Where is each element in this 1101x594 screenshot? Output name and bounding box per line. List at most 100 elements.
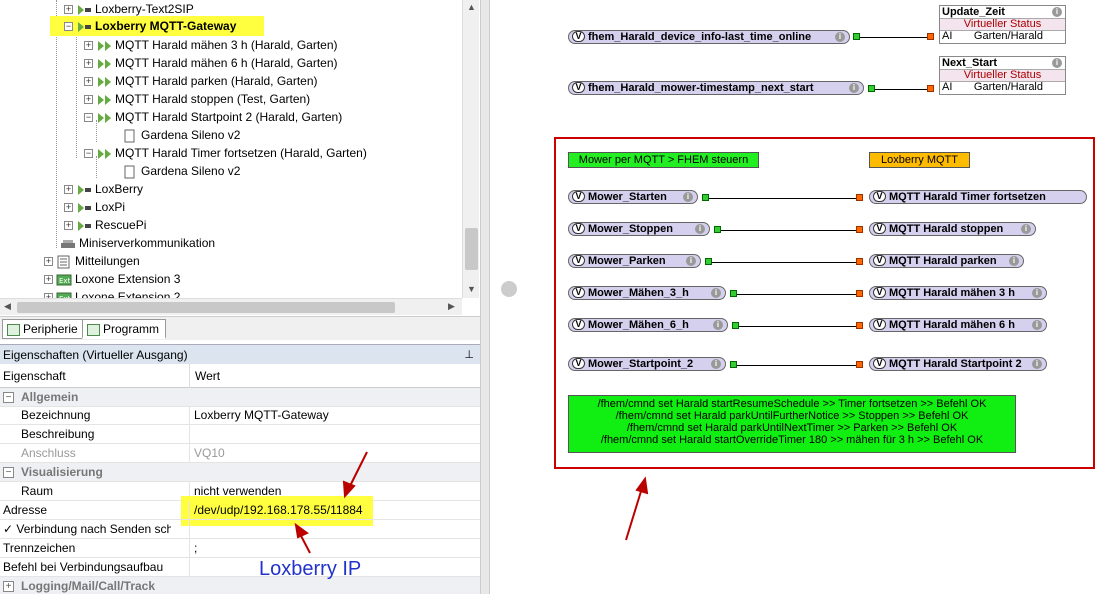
prop-bezeichnung[interactable]: Bezeichnung Loxberry MQTT-Gateway xyxy=(0,406,480,425)
virtual-input-last-time-online[interactable]: Vfhem_Harald_device_info-last_time_onlin… xyxy=(568,30,850,44)
tree-vertical-scrollbar[interactable]: ▲ ▼ xyxy=(462,0,479,298)
info-icon[interactable]: i xyxy=(1009,256,1019,266)
output-connector[interactable] xyxy=(868,85,875,92)
expand-icon[interactable]: + xyxy=(64,203,73,213)
expand-icon[interactable]: + xyxy=(3,581,14,592)
output-connector[interactable] xyxy=(730,361,737,368)
info-icon[interactable]: i xyxy=(1032,288,1042,298)
virtual-output-cmd-maehen-3h[interactable]: V MQTT Harald mähen 3 h i xyxy=(869,286,1047,300)
collapse-icon[interactable]: − xyxy=(64,22,73,32)
expand-icon[interactable]: + xyxy=(84,59,93,69)
tree-item-mqtt-startpoint-2[interactable]: − MQTT Harald Startpoint 2 (Harald, Garte… xyxy=(84,108,342,126)
tree-item-mqtt-stoppen[interactable]: + MQTT Harald stoppen (Test, Garten) xyxy=(84,90,310,108)
output-connector[interactable] xyxy=(732,322,739,329)
output-connector[interactable] xyxy=(702,194,709,201)
input-connector[interactable] xyxy=(927,33,934,40)
scroll-thumb[interactable] xyxy=(17,302,395,313)
category-allgemein[interactable]: − Allgemein xyxy=(0,388,480,407)
tab-peripherie[interactable]: Peripherie xyxy=(2,319,85,339)
expand-icon[interactable]: + xyxy=(64,5,73,15)
virtual-status-update-zeit[interactable]: Update_Zeit i Virtueller Status AI Garten/… xyxy=(939,5,1066,44)
scroll-right-icon[interactable]: ▶ xyxy=(448,301,455,312)
prop-trennzeichen[interactable]: Trennzeichen; xyxy=(0,539,480,558)
prop-adresse[interactable]: Adresse/dev/udp/192.168.178.55/11884 xyxy=(0,501,480,520)
category-logging[interactable]: + Logging/Mail/Call/Track xyxy=(0,577,480,594)
virtual-input-mower-parken[interactable]: V Mower_Parken i xyxy=(568,254,701,268)
input-connector[interactable] xyxy=(856,258,863,265)
expand-icon[interactable]: + xyxy=(64,221,73,231)
info-icon[interactable]: i xyxy=(711,288,721,298)
column-header-wert[interactable]: Wert xyxy=(192,364,220,388)
info-icon[interactable]: i xyxy=(683,192,693,202)
category-visualisierung[interactable]: − Visualisierung xyxy=(0,463,480,482)
pane-splitter[interactable] xyxy=(480,0,490,594)
pin-icon[interactable]: ⊥ xyxy=(464,345,474,365)
tree-item-miniserverkommunikation[interactable]: Miniserverkommunikation xyxy=(60,234,215,252)
input-connector[interactable] xyxy=(856,361,863,368)
prop-value[interactable]: ; xyxy=(194,539,197,558)
tree-item-gardena-sileno-1[interactable]: Gardena Sileno v2 xyxy=(122,126,240,144)
scroll-up-icon[interactable]: ▲ xyxy=(467,2,476,12)
scroll-left-icon[interactable]: ◀ xyxy=(4,301,11,312)
prop-befehl[interactable]: Befehl bei Verbindungsaufbau xyxy=(0,558,480,577)
output-connector[interactable] xyxy=(705,258,712,265)
checkbox-checked-icon[interactable]: ✓ xyxy=(3,522,16,536)
expand-icon[interactable]: + xyxy=(64,185,73,195)
virtual-output-cmd-stoppen[interactable]: V MQTT Harald stoppen i xyxy=(869,222,1036,236)
output-connector[interactable] xyxy=(853,33,860,40)
info-icon[interactable]: i xyxy=(686,256,696,266)
info-icon[interactable]: i xyxy=(1052,58,1062,68)
virtual-input-mower-starten[interactable]: V Mower_Starten i xyxy=(568,190,698,204)
expand-icon[interactable]: + xyxy=(84,41,93,51)
expand-icon[interactable]: + xyxy=(84,77,93,87)
scroll-down-icon[interactable]: ▼ xyxy=(467,284,476,294)
input-connector[interactable] xyxy=(856,290,863,297)
label-mower-per-mqtt[interactable]: Mower per MQTT > FHEM steuern xyxy=(568,152,759,168)
output-connector[interactable] xyxy=(714,226,721,233)
periphery-tree[interactable]: + Loxberry-Text2SIP − Loxberry MQTT-Gatewa… xyxy=(0,0,462,298)
tree-item-loxberry-mqtt-gateway[interactable]: − Loxberry MQTT-Gateway xyxy=(50,16,264,36)
virtual-output-cmd-startpoint-2[interactable]: V MQTT Harald Startpoint 2 i xyxy=(869,357,1047,371)
expand-icon[interactable]: + xyxy=(44,257,53,267)
tree-item-loxpi[interactable]: + LoxPi xyxy=(64,198,125,216)
collapse-icon[interactable]: − xyxy=(84,149,93,159)
column-header-eigenschaft[interactable]: Eigenschaft xyxy=(0,364,190,388)
info-icon[interactable]: i xyxy=(1032,320,1042,330)
tree-item-mqtt-timer-fortsetzen[interactable]: − MQTT Harald Timer fortsetzen (Harald, G… xyxy=(84,144,367,162)
virtual-input-next-start[interactable]: Vfhem_Harald_mower-timestamp_next_start i xyxy=(568,81,864,95)
prop-verbindung[interactable]: ✓ Verbindung nach Senden sch... xyxy=(0,520,480,539)
virtual-input-mower-maehen-3h[interactable]: V Mower_Mähen_3_h i xyxy=(568,286,726,300)
tree-item-rescuepi[interactable]: + RescuePi xyxy=(64,216,146,234)
virtual-output-cmd-timer-fortsetzen[interactable]: V MQTT Harald Timer fortsetzen xyxy=(869,190,1087,204)
tab-programm[interactable]: Programm xyxy=(82,319,167,339)
info-icon[interactable]: i xyxy=(1052,7,1062,17)
input-connector[interactable] xyxy=(856,194,863,201)
scroll-thumb[interactable] xyxy=(465,228,478,270)
output-connector[interactable] xyxy=(730,290,737,297)
virtual-input-mower-stoppen[interactable]: V Mower_Stoppen i xyxy=(568,222,710,236)
collapse-icon[interactable]: − xyxy=(84,113,93,123)
tree-item-extension-2[interactable]: +ExtLoxone Extension 2 xyxy=(44,288,180,298)
expand-icon[interactable]: + xyxy=(44,275,53,285)
info-icon[interactable]: i xyxy=(849,83,859,93)
info-icon[interactable]: i xyxy=(695,224,705,234)
virtual-status-next-start[interactable]: Next_Start i Virtueller Status AI Garten/H… xyxy=(939,56,1066,95)
info-icon[interactable]: i xyxy=(1021,224,1031,234)
tree-item-mqtt-maehen-6h[interactable]: + MQTT Harald mähen 6 h (Harald, Garten) xyxy=(84,54,338,72)
prop-value[interactable]: Loxberry MQTT-Gateway xyxy=(194,406,329,425)
prop-value[interactable]: /dev/udp/192.168.178.55/11884 xyxy=(194,501,363,520)
virtual-input-mower-maehen-6h[interactable]: V Mower_Mähen_6_h i xyxy=(568,318,728,332)
input-connector[interactable] xyxy=(856,226,863,233)
tree-horizontal-scrollbar[interactable]: ◀ ▶ xyxy=(0,298,462,315)
input-connector[interactable] xyxy=(856,322,863,329)
prop-beschreibung[interactable]: Beschreibung xyxy=(0,425,480,444)
virtual-input-mower-startpoint-2[interactable]: V Mower_Startpoint_2 i xyxy=(568,357,726,371)
tree-item-mitteilungen[interactable]: + Mitteilungen xyxy=(44,252,140,270)
label-loxberry-mqtt[interactable]: Loxberry MQTT xyxy=(869,152,970,168)
info-icon[interactable]: i xyxy=(713,320,723,330)
tree-item-extension-3[interactable]: + Ext Loxone Extension 3 xyxy=(44,270,180,288)
tree-item-loxberry[interactable]: + LoxBerry xyxy=(64,180,143,198)
command-comment-box[interactable]: /fhem/cmnd set Harald startResumeSchedul… xyxy=(568,395,1016,453)
expand-icon[interactable]: + xyxy=(84,95,93,105)
input-connector[interactable] xyxy=(927,85,934,92)
